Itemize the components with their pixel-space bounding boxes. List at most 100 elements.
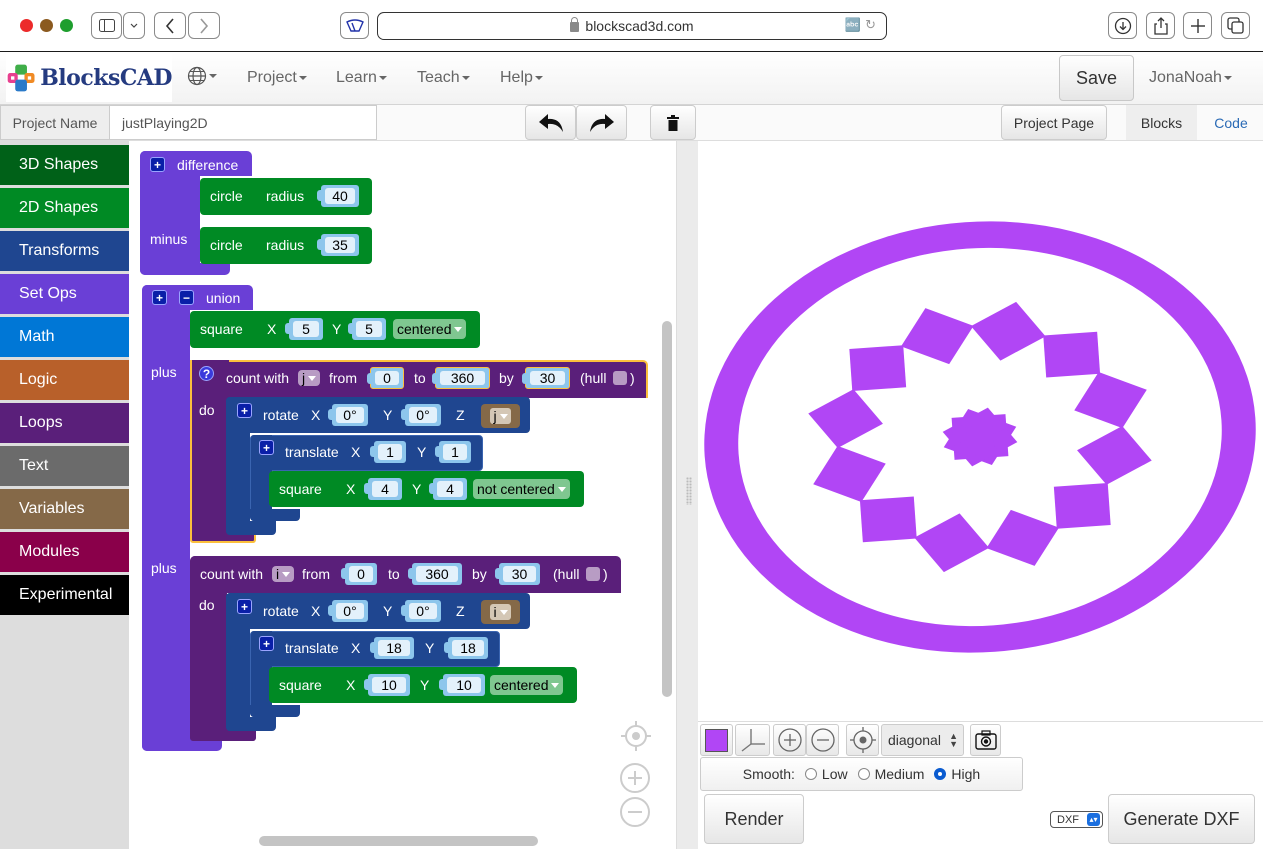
viewer-zoom-in-button[interactable] [773, 724, 806, 756]
zoom-out-button[interactable] [620, 797, 650, 827]
maximize-window-button[interactable] [60, 19, 73, 32]
share-button[interactable] [1146, 12, 1175, 39]
render-viewport[interactable] [698, 141, 1263, 721]
add-input-icon[interactable]: + [150, 157, 165, 172]
new-tab-button[interactable] [1183, 12, 1212, 39]
add-input-icon[interactable]: + [259, 636, 274, 651]
smooth-low-radio[interactable] [804, 768, 817, 780]
center-mode-dropdown[interactable]: not centered [473, 479, 570, 499]
translate-y-input[interactable]: 18 [444, 637, 488, 659]
remove-input-icon[interactable]: − [179, 290, 194, 305]
teach-menu[interactable]: Teach [417, 69, 470, 87]
y-input[interactable]: 10 [439, 674, 485, 696]
to-input[interactable]: 360 [432, 367, 490, 389]
category-logic[interactable]: Logic [0, 360, 129, 400]
smooth-high-radio[interactable] [934, 768, 947, 780]
rotate-x-input[interactable]: 0° [328, 600, 368, 622]
hull-checkbox[interactable] [586, 567, 600, 581]
delete-button[interactable] [650, 105, 696, 140]
category-math[interactable]: Math [0, 317, 129, 357]
tab-overview-dropdown[interactable] [123, 12, 145, 39]
panel-resize-handle[interactable] [676, 141, 698, 849]
generate-dxf-button[interactable]: Generate DXF [1108, 794, 1255, 844]
render-button[interactable]: Render [704, 794, 804, 844]
forward-button[interactable] [188, 12, 220, 39]
save-button[interactable]: Save [1059, 55, 1134, 101]
viewer-zoom-out-button[interactable] [806, 724, 839, 756]
loop-variable-dropdown[interactable]: j [298, 370, 321, 386]
project-menu[interactable]: Project [247, 69, 307, 87]
color-picker-button[interactable] [700, 724, 733, 756]
minimize-window-button[interactable] [40, 19, 53, 32]
project-page-button[interactable]: Project Page [1001, 105, 1107, 140]
rotate-y-input[interactable]: 0° [401, 600, 441, 622]
help-icon[interactable]: ? [199, 366, 214, 381]
address-bar[interactable]: blockscad3d.com 🔤↻ [377, 12, 887, 40]
horizontal-scrollbar[interactable] [259, 836, 538, 846]
rotate-y-input[interactable]: 0° [401, 404, 441, 426]
variable-getter-i[interactable]: i [481, 600, 520, 624]
smooth-medium-radio[interactable] [857, 768, 870, 780]
translate-icon[interactable]: 🔤 [845, 17, 865, 32]
category-set-ops[interactable]: Set Ops [0, 274, 129, 314]
back-button[interactable] [154, 12, 186, 39]
vertical-scrollbar[interactable] [662, 321, 672, 697]
to-input[interactable]: 360 [408, 563, 462, 585]
add-input-icon[interactable]: + [237, 599, 252, 614]
y-input[interactable]: 4 [429, 478, 467, 500]
x-input[interactable]: 10 [364, 674, 410, 696]
center-mode-dropdown[interactable]: centered [490, 675, 564, 695]
rotate-x-input[interactable]: 0° [328, 404, 368, 426]
by-input[interactable]: 30 [495, 563, 540, 585]
category-experimental[interactable]: Experimental [0, 575, 129, 615]
project-name-input[interactable]: justPlaying2D [110, 105, 377, 140]
category-3d-shapes[interactable]: 3D Shapes [0, 145, 129, 185]
recenter-button[interactable] [620, 720, 651, 751]
export-format-select[interactable]: DXF ▴▾ [1050, 811, 1103, 828]
reload-icon[interactable]: ↻ [865, 17, 880, 32]
translate-y-input[interactable]: 1 [435, 441, 471, 463]
help-menu[interactable]: Help [500, 69, 543, 87]
category-loops[interactable]: Loops [0, 403, 129, 443]
undo-button[interactable] [525, 105, 576, 140]
redo-button[interactable] [576, 105, 627, 140]
tab-code[interactable]: Code [1203, 105, 1259, 140]
translate-x-input[interactable]: 1 [370, 441, 406, 463]
from-input[interactable]: 0 [341, 563, 377, 585]
loop-variable-dropdown[interactable]: i [272, 566, 295, 582]
add-input-icon[interactable]: + [259, 440, 274, 455]
category-variables[interactable]: Variables [0, 489, 129, 529]
variable-getter-j[interactable]: j [481, 404, 520, 428]
category-transforms[interactable]: Transforms [0, 231, 129, 271]
toggle-axes-button[interactable] [735, 724, 770, 756]
language-menu[interactable] [187, 66, 217, 86]
sidebar-toggle-button[interactable] [91, 12, 122, 39]
tab-blocks[interactable]: Blocks [1126, 105, 1197, 140]
radius-input[interactable]: 40 [317, 185, 359, 207]
user-menu[interactable]: JonaNoah [1149, 69, 1232, 87]
downloads-button[interactable] [1108, 12, 1137, 39]
category-modules[interactable]: Modules [0, 532, 129, 572]
category-2d-shapes[interactable]: 2D Shapes [0, 188, 129, 228]
screenshot-button[interactable] [970, 724, 1001, 756]
view-angle-select[interactable]: diagonal ▲ ▼ [881, 724, 964, 756]
blockscad-logo[interactable]: BlocksCAD [6, 54, 172, 102]
add-input-icon[interactable]: + [237, 403, 252, 418]
y-input[interactable]: 5 [348, 318, 386, 340]
category-text[interactable]: Text [0, 446, 129, 486]
hull-checkbox[interactable] [613, 371, 627, 385]
add-input-icon[interactable]: + [152, 290, 167, 305]
blocks-workspace[interactable]: + difference minus circle radius 40 circ… [129, 141, 676, 849]
x-input[interactable]: 5 [285, 318, 323, 340]
viewer-recenter-button[interactable] [846, 724, 879, 756]
learn-menu[interactable]: Learn [336, 69, 387, 87]
translate-x-input[interactable]: 18 [370, 637, 414, 659]
x-input[interactable]: 4 [364, 478, 402, 500]
zoom-in-button[interactable] [620, 763, 650, 793]
center-mode-dropdown[interactable]: centered [393, 319, 467, 339]
tab-overview-button[interactable] [1221, 12, 1250, 39]
by-input[interactable]: 30 [522, 367, 570, 389]
privacy-report-button[interactable] [340, 12, 369, 39]
close-window-button[interactable] [20, 19, 33, 32]
radius-input[interactable]: 35 [317, 234, 359, 256]
